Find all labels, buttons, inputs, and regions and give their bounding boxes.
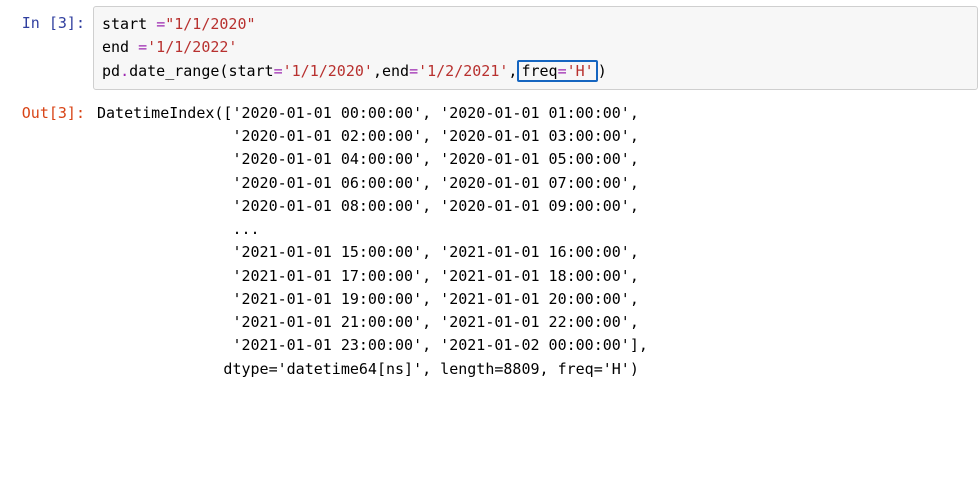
code-token: = [409,62,418,80]
code-output-area: DatetimeIndex(['2020-01-01 00:00:00', '2… [93,96,978,387]
code-token: pd [102,62,120,80]
output-line: '2020-01-01 02:00:00', '2020-01-01 03:00… [97,127,639,145]
output-line: '2020-01-01 06:00:00', '2020-01-01 07:00… [97,174,639,192]
code-string: '1/2/2021' [418,62,508,80]
output-cell: Out[3]: DatetimeIndex(['2020-01-01 00:00… [0,96,978,387]
code-input-area[interactable]: start ="1/1/2020" end ='1/1/2022' pd.dat… [93,6,978,90]
output-line: DatetimeIndex(['2020-01-01 00:00:00', '2… [97,104,639,122]
output-line: '2021-01-01 17:00:00', '2021-01-01 18:00… [97,267,639,285]
code-token: . [120,62,129,80]
freq-highlight: freq='H' [517,60,597,82]
output-line: '2021-01-01 21:00:00', '2021-01-01 22:00… [97,313,639,331]
output-line: '2020-01-01 08:00:00', '2020-01-01 09:00… [97,197,639,215]
code-token: end [102,38,138,56]
code-token: ) [598,62,607,80]
code-string: '1/1/2022' [147,38,237,56]
code-string: "1/1/2020" [165,15,255,33]
output-line: '2021-01-01 19:00:00', '2021-01-01 20:00… [97,290,639,308]
code-token: = [138,38,147,56]
output-line: '2021-01-01 15:00:00', '2021-01-01 16:00… [97,243,639,261]
code-token: start [102,15,156,33]
code-token: = [274,62,283,80]
code-token: freq [521,62,557,80]
out-prompt: Out[3]: [0,96,93,131]
code-token: , [508,62,517,80]
code-token: date_range [129,62,219,80]
code-string: '1/1/2020' [283,62,373,80]
output-line: '2021-01-01 23:00:00', '2021-01-02 00:00… [97,336,648,354]
code-token: end [382,62,409,80]
input-cell: In [3]: start ="1/1/2020" end ='1/1/2022… [0,6,978,90]
in-prompt: In [3]: [0,6,93,41]
code-token: , [373,62,382,80]
output-line: dtype='datetime64[ns]', length=8809, fre… [97,360,639,378]
code-string: 'H' [567,62,594,80]
code-token: = [156,15,165,33]
code-token: start [228,62,273,80]
output-line: ... [97,220,260,238]
output-line: '2020-01-01 04:00:00', '2020-01-01 05:00… [97,150,639,168]
code-token: = [558,62,567,80]
